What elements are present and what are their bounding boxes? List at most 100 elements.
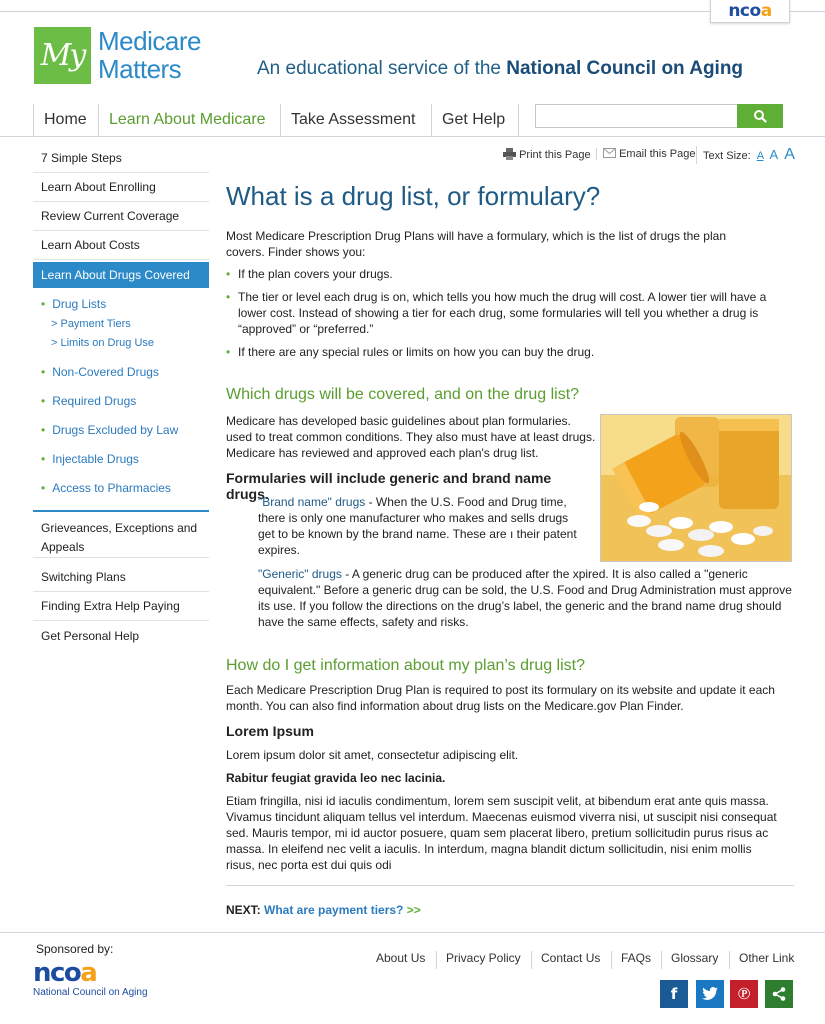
share-icon[interactable] — [765, 980, 793, 1008]
bullet-dot: • — [41, 423, 46, 437]
email-label: Email this Page — [619, 148, 696, 160]
brand-name-term: "Brand name" drugs — [258, 495, 366, 509]
ncoa-footer-logo[interactable]: ncoa National Council on Aging — [33, 960, 148, 998]
footer-link-other-link[interactable]: Other Link — [729, 951, 794, 969]
bullet-dot: • — [41, 365, 46, 379]
nav-learn-about-medicare[interactable]: Learn About Medicare — [98, 104, 280, 136]
bullet-item: • If the plan covers your drugs. — [226, 266, 786, 282]
sidebar-sub-injectable-drugs[interactable]: • Injectable Drugs — [41, 452, 139, 466]
lorem-paragraph-2: Etiam fringilla, nisi id iaculis condime… — [226, 794, 777, 872]
bullet-dot: • — [226, 267, 231, 281]
bullet-dot: • — [226, 345, 231, 359]
pill-bottle-image — [601, 415, 791, 561]
sidebar-sub-non-covered-drugs[interactable]: • Non-Covered Drugs — [41, 365, 159, 379]
nav-home[interactable]: Home — [33, 104, 99, 136]
generic-term: "Generic" drugs — [258, 567, 342, 581]
footer-link-contact-us[interactable]: Contact Us — [531, 951, 600, 969]
sidebar-sub-label: Injectable Drugs — [52, 452, 139, 466]
ncoa-footer-wordmark: ncoa — [33, 958, 98, 988]
bullet-item: • If there are any special rules or limit… — [226, 344, 786, 360]
sidebar-item-learn-about-costs[interactable]: Learn About Costs — [33, 231, 209, 260]
heading-how-get-information: How do I get information about my plan’s… — [226, 657, 586, 674]
ncoa-tab-wordmark: ncoa — [728, 1, 772, 21]
sidebar-sub-drug-lists[interactable]: • Drug Lists — [41, 297, 106, 311]
sidebar-subsub-payment-tiers[interactable]: > Payment Tiers — [51, 318, 131, 330]
nav-take-assessment[interactable]: Take Assessment — [280, 104, 431, 136]
sidebar-item-learn-about-drugs-covered[interactable]: Learn About Drugs Covered — [33, 262, 209, 288]
pinterest-icon[interactable]: ℗ — [730, 980, 758, 1008]
tagline-org: National Council on Aging — [506, 58, 744, 79]
footer-link-about-us[interactable]: About Us — [367, 951, 425, 969]
generic-paragraph: "Generic" drugs - A generic drug can be … — [258, 566, 794, 630]
content-divider — [226, 885, 794, 886]
text-size-control: Text Size: A A A — [696, 146, 795, 164]
pill-bottle-photo — [600, 414, 792, 562]
bullet-dot: • — [41, 297, 46, 311]
search-button[interactable] — [737, 104, 783, 128]
sidebar-item-review-current-coverage[interactable]: Review Current Coverage — [33, 202, 209, 231]
top-rule — [0, 11, 825, 12]
printer-icon — [503, 148, 516, 160]
sidebar-sub-label: Non-Covered Drugs — [52, 365, 159, 379]
text-size-medium[interactable]: A — [770, 147, 779, 162]
footer-rule — [0, 932, 825, 933]
twitter-bird-glyph — [702, 987, 718, 1000]
brand-name-paragraph: "Brand name" drugs - When the U.S. Food … — [258, 494, 578, 558]
sidebar-item-grievances[interactable]: Grieveances, Exceptions and Appeals — [33, 514, 209, 558]
logo-line-2: Matters — [98, 54, 182, 84]
info-paragraph: Each Medicare Prescription Drug Plan is … — [226, 683, 775, 713]
lorem-bold-line: Rabitur feugiat gravida leo nec lacinia. — [226, 771, 446, 785]
envelope-icon — [603, 148, 616, 158]
footer-link-privacy-policy[interactable]: Privacy Policy — [436, 951, 521, 969]
sidebar-sub-label: Access to Pharmacies — [52, 481, 171, 495]
my-medicare-matters-logo-mark[interactable]: My — [34, 27, 91, 84]
sidebar-item-learn-about-enrolling[interactable]: Learn About Enrolling — [33, 173, 209, 202]
sidebar-item-switching-plans[interactable]: Switching Plans — [33, 563, 209, 592]
sidebar-item-finding-extra-help[interactable]: Finding Extra Help Paying — [33, 592, 209, 621]
ncoa-tab-logo[interactable]: ncoa — [710, 0, 790, 23]
bullet-text: If the plan covers your drugs. — [238, 267, 393, 281]
sponsored-by-label: Sponsored by: — [36, 942, 114, 956]
site-tagline: An educational service of the National C… — [257, 58, 743, 80]
covered-paragraph: Medicare has developed basic guidelines … — [226, 414, 596, 460]
search-input[interactable] — [535, 104, 738, 128]
sidebar-sub-label: Drugs Excluded by Law — [52, 423, 179, 437]
sidebar-section-rule — [33, 510, 209, 512]
next-link-row: NEXT: What are payment tiers? >> — [226, 902, 421, 918]
footer-link-glossary[interactable]: Glossary — [661, 951, 718, 969]
sidebar-subsub-limits-on-drug-use[interactable]: > Limits on Drug Use — [51, 337, 154, 349]
bullet-dot: • — [41, 481, 46, 495]
text-size-small[interactable]: A — [757, 150, 764, 162]
nav-get-help[interactable]: Get Help — [431, 104, 519, 136]
bullet-text: The tier or level each drug is on, which… — [238, 290, 767, 336]
next-arrows: >> — [406, 903, 421, 917]
footer-link-faqs[interactable]: FAQs — [611, 951, 651, 969]
next-page-link[interactable]: What are payment tiers? — [264, 903, 403, 917]
print-page-link[interactable]: Print this Page — [503, 148, 591, 161]
sidebar-sub-drugs-excluded-by-law[interactable]: • Drugs Excluded by Law — [41, 423, 178, 437]
bullet-item: • The tier or level each drug is on, whic… — [226, 289, 794, 337]
sidebar-sub-label: Required Drugs — [52, 394, 137, 408]
intro-paragraph: Most Medicare Prescription Drug Plans wi… — [226, 229, 726, 259]
my-medicare-matters-logo-text[interactable]: Medicare Matters — [98, 27, 201, 83]
twitter-icon[interactable] — [696, 980, 724, 1008]
next-label: NEXT: — [226, 903, 261, 917]
heading-lorem-ipsum: Lorem Ipsum — [226, 723, 314, 739]
sidebar-item-get-personal-help[interactable]: Get Personal Help — [33, 621, 209, 650]
sidebar-item-7-simple-steps[interactable]: 7 Simple Steps — [33, 144, 209, 173]
sidebar-sub-required-drugs[interactable]: • Required Drugs — [41, 394, 136, 408]
heading-which-drugs-covered: Which drugs will be covered, and on the … — [226, 386, 580, 403]
text-size-label: Text Size: — [703, 150, 751, 162]
email-page-link[interactable]: Email this Page — [596, 148, 696, 160]
search-icon — [754, 110, 767, 123]
logo-line-1: Medicare — [98, 26, 201, 56]
print-label: Print this Page — [519, 149, 591, 161]
sidebar-sub-access-to-pharmacies[interactable]: • Access to Pharmacies — [41, 481, 171, 495]
tagline-prefix: An educational service of the — [257, 58, 507, 79]
facebook-icon[interactable]: f — [660, 980, 688, 1008]
text-size-large[interactable]: A — [784, 146, 795, 163]
bullet-dot: • — [226, 290, 231, 304]
sidebar-sub-label: Drug Lists — [52, 297, 107, 311]
lorem-paragraph-1: Lorem ipsum dolor sit amet, consectetur … — [226, 748, 519, 762]
share-glyph — [772, 987, 786, 1001]
